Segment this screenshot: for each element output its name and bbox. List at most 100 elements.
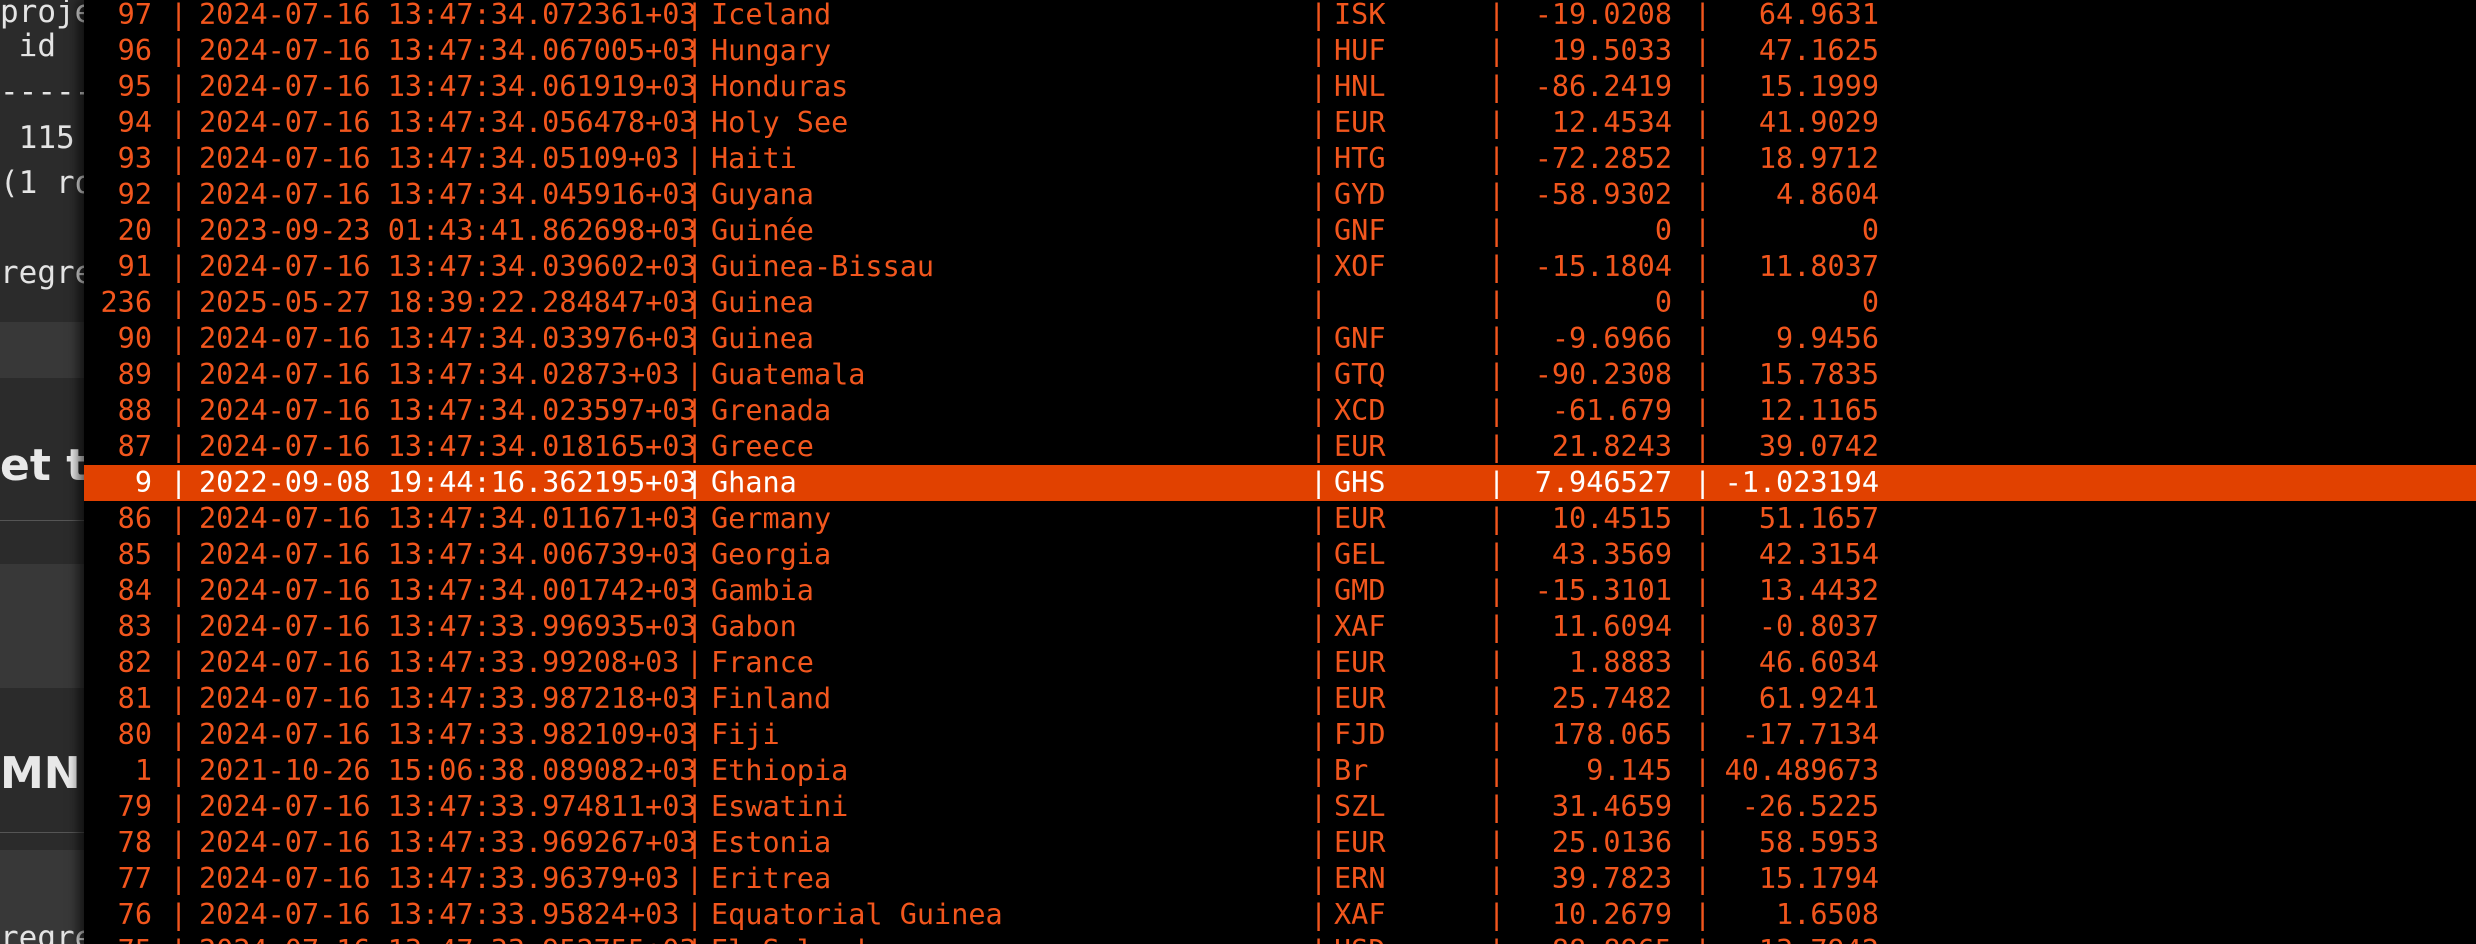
cell-latitude: 0 — [1861, 214, 1879, 247]
table-row[interactable]: 88 2024-07-16 13:47:34.023597+03 Grenada XC… — [84, 393, 2476, 429]
table-row[interactable]: 77 2024-07-16 13:47:33.96379+03 Eritrea ERN… — [84, 861, 2476, 897]
cell-longitude: 10.2679 — [1551, 898, 1672, 931]
table-row[interactable]: 97 2024-07-16 13:47:34.072361+03 Iceland IS… — [84, 0, 2476, 33]
table-row[interactable]: 75 2024-07-16 13:47:33.952755+03 El Salvad… — [84, 933, 2476, 944]
cell-latitude: -1.023194 — [1724, 466, 1879, 499]
column-separator: | — [1694, 682, 1712, 715]
cell-country: Greece — [711, 430, 814, 463]
table-row[interactable]: 20 2023-09-23 01:43:41.862698+03 Guinée GNF… — [84, 213, 2476, 249]
column-separator: | — [1488, 790, 1506, 823]
table-row[interactable]: 78 2024-07-16 13:47:33.969267+03 Estonia EU… — [84, 825, 2476, 861]
table-row[interactable]: 84 2024-07-16 13:47:34.001742+03 Gambia GMD… — [84, 573, 2476, 609]
cell-longitude: 11.6094 — [1551, 610, 1672, 643]
table-row[interactable]: 87 2024-07-16 13:47:34.018165+03 Greece EUR… — [84, 429, 2476, 465]
column-separator: | — [1310, 142, 1328, 175]
column-separator: | — [170, 790, 188, 823]
cell-id: 90 — [117, 322, 152, 355]
table-row[interactable]: 91 2024-07-16 13:47:34.039602+03 Guinea-Bi… — [84, 249, 2476, 285]
cell-timestamp: 2024-07-16 13:47:34.061919+03 — [199, 70, 697, 103]
column-separator: | — [1310, 214, 1328, 247]
cell-longitude: 39.7823 — [1551, 862, 1672, 895]
column-separator: | — [686, 538, 704, 571]
cell-latitude: 12.1165 — [1758, 394, 1879, 427]
cell-currency: USD — [1334, 933, 1385, 944]
column-separator: | — [170, 106, 188, 139]
table-row[interactable]: 86 2024-07-16 13:47:34.011671+03 Germany EU… — [84, 501, 2476, 537]
column-separator: | — [1488, 286, 1506, 319]
cell-country: Iceland — [711, 0, 832, 31]
column-separator: | — [686, 790, 704, 823]
table-row[interactable]: 81 2024-07-16 13:47:33.987218+03 Finland EU… — [84, 681, 2476, 717]
table-row[interactable]: 96 2024-07-16 13:47:34.067005+03 Hungary HU… — [84, 33, 2476, 69]
cell-longitude: 0 — [1654, 286, 1672, 319]
table-row[interactable]: 1 2021-10-26 15:06:38.089082+03 Ethiopia Br… — [84, 753, 2476, 789]
table-row[interactable]: 79 2024-07-16 13:47:33.974811+03 Eswatini S… — [84, 789, 2476, 825]
cell-country: Guatemala — [711, 358, 866, 391]
cell-country: Guinea-Bissau — [711, 250, 935, 283]
table-row[interactable]: 94 2024-07-16 13:47:34.056478+03 Holy See E… — [84, 105, 2476, 141]
cell-country: Ghana — [711, 466, 797, 499]
cell-country: Estonia — [711, 826, 832, 859]
terminal-window[interactable]: 97 2024-07-16 13:47:34.072361+03 Iceland IS… — [84, 0, 2476, 944]
table-row[interactable]: 236 2025-05-27 18:39:22.284847+03 Guinea 0 0… — [84, 285, 2476, 321]
cell-timestamp: 2024-07-16 13:47:33.987218+03 — [199, 682, 697, 715]
cell-longitude: 12.4534 — [1551, 106, 1672, 139]
cell-country: El Salvador — [711, 933, 900, 944]
table-row[interactable]: 90 2024-07-16 13:47:34.033976+03 Guinea GNF… — [84, 321, 2476, 357]
cell-timestamp: 2024-07-16 13:47:34.067005+03 — [199, 34, 697, 67]
cell-id: 236 — [100, 286, 152, 319]
cell-country: Haiti — [711, 142, 797, 175]
column-separator: | — [170, 466, 188, 499]
column-separator: | — [1488, 933, 1505, 944]
cell-timestamp: 2024-07-16 13:47:33.969267+03 — [199, 826, 697, 859]
background-editor-line: regre — [0, 255, 84, 291]
background-editor-line: id — [0, 28, 56, 64]
cell-id: 93 — [117, 142, 152, 175]
column-separator: | — [1694, 250, 1712, 283]
cell-timestamp: 2022-09-08 19:44:16.362195+03 — [199, 466, 697, 499]
column-separator: | — [1488, 502, 1506, 535]
column-separator: | — [170, 430, 188, 463]
cell-currency: GYD — [1334, 178, 1386, 211]
background-editor-line: ----- — [0, 74, 84, 110]
cell-longitude: 7.946527 — [1534, 466, 1672, 499]
cell-currency: SZL — [1334, 790, 1386, 823]
table-row[interactable]: 82 2024-07-16 13:47:33.99208+03 France EUR 1… — [84, 645, 2476, 681]
cell-latitude: 18.9712 — [1758, 142, 1879, 175]
column-separator: | — [1488, 322, 1506, 355]
table-row[interactable]: 93 2024-07-16 13:47:34.05109+03 Haiti HTG -7… — [84, 141, 2476, 177]
cell-longitude: -72.2852 — [1534, 142, 1672, 175]
column-separator: | — [170, 754, 188, 787]
table-row-selected[interactable]: 9 2022-09-08 19:44:16.362195+03 Ghana GHS 7.… — [84, 465, 2476, 501]
table-row[interactable]: 92 2024-07-16 13:47:34.045916+03 Guyana GYD… — [84, 177, 2476, 213]
column-separator: | — [1310, 286, 1328, 319]
table-row[interactable]: 76 2024-07-16 13:47:33.95824+03 Equatorial… — [84, 897, 2476, 933]
table-row[interactable]: 95 2024-07-16 13:47:34.061919+03 Honduras H… — [84, 69, 2476, 105]
cell-currency: EUR — [1334, 106, 1386, 139]
cell-id: 82 — [117, 646, 152, 679]
background-heading: et th — [0, 440, 84, 491]
column-separator: | — [1694, 214, 1712, 247]
cell-currency: XAF — [1334, 898, 1386, 931]
cell-currency: HNL — [1334, 70, 1386, 103]
column-separator: | — [686, 826, 704, 859]
cell-currency: XAF — [1334, 610, 1386, 643]
column-separator: | — [1488, 430, 1506, 463]
table-row[interactable]: 80 2024-07-16 13:47:33.982109+03 Fiji FJD 17… — [84, 717, 2476, 753]
cell-id: 9 — [134, 466, 152, 499]
table-row[interactable]: 83 2024-07-16 13:47:33.996935+03 Gabon XAF 1… — [84, 609, 2476, 645]
cell-currency: GNF — [1334, 322, 1386, 355]
cell-timestamp: 2024-07-16 13:47:33.996935+03 — [199, 610, 697, 643]
column-separator: | — [1310, 250, 1328, 283]
cell-latitude: -26.5225 — [1741, 790, 1879, 823]
table-row[interactable]: 85 2024-07-16 13:47:34.006739+03 Georgia GE… — [84, 537, 2476, 573]
column-separator: | — [686, 394, 704, 427]
table-row[interactable]: 89 2024-07-16 13:47:34.02873+03 Guatemala G… — [84, 357, 2476, 393]
cell-currency: XCD — [1334, 394, 1386, 427]
column-separator: | — [1694, 933, 1711, 944]
cell-timestamp: 2024-07-16 13:47:34.023597+03 — [199, 394, 697, 427]
column-separator: | — [1694, 862, 1712, 895]
cell-latitude: 58.5953 — [1758, 826, 1879, 859]
column-separator: | — [1310, 502, 1328, 535]
cell-country: Holy See — [711, 106, 849, 139]
